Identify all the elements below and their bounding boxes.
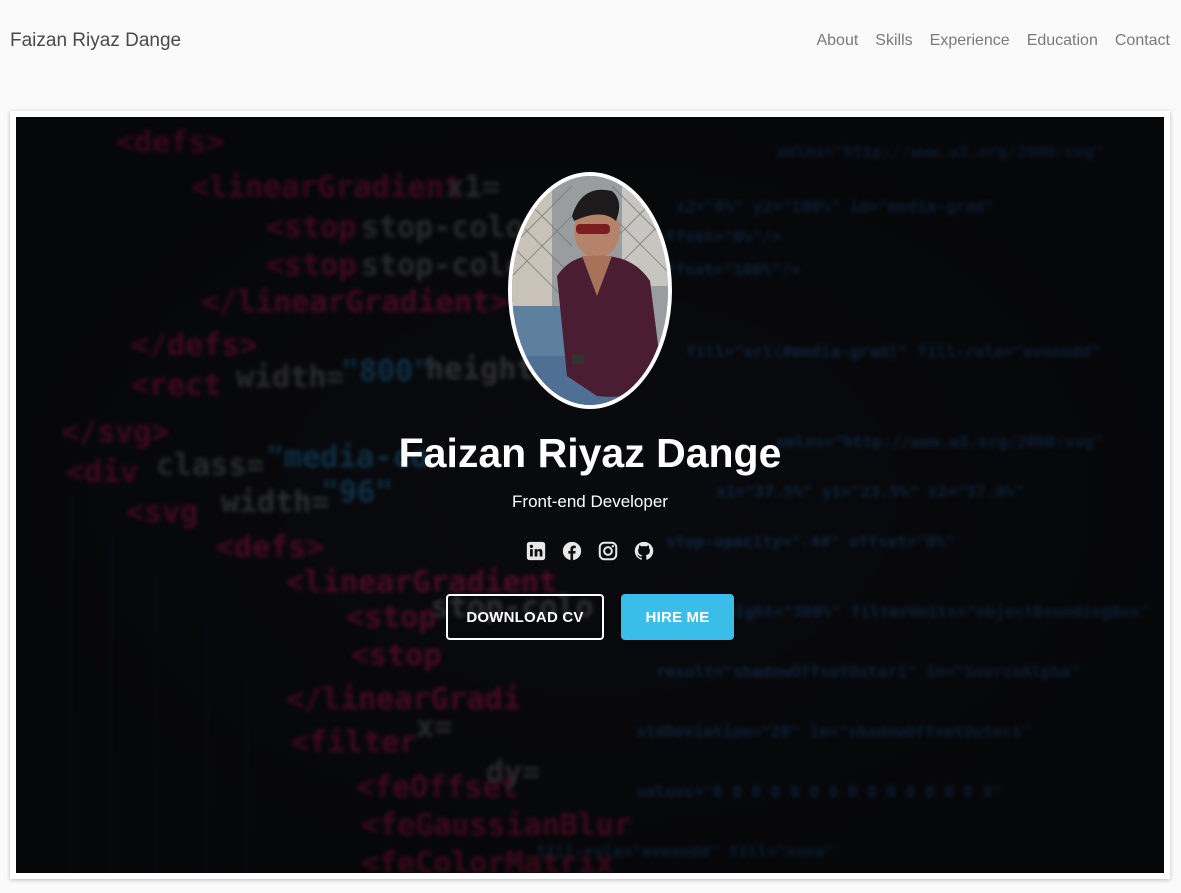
hire-me-button[interactable]: HIRE ME (621, 594, 734, 640)
hero-card: <defs> <linearGradient x1= <stop stop-co… (10, 111, 1170, 879)
instagram-icon[interactable] (597, 540, 619, 562)
brand-link[interactable]: Faizan Riyaz Dange (10, 30, 181, 52)
nav-links: About Skills Experience Education Contac… (816, 32, 1170, 50)
top-navbar: Faizan Riyaz Dange About Skills Experien… (0, 0, 1181, 82)
profile-photo-image (512, 176, 668, 405)
nav-link-experience[interactable]: Experience (930, 32, 1010, 50)
nav-link-contact[interactable]: Contact (1115, 32, 1170, 50)
nav-link-about[interactable]: About (816, 32, 858, 50)
profile-photo (508, 172, 672, 409)
facebook-icon[interactable] (561, 540, 583, 562)
github-icon[interactable] (633, 540, 655, 562)
hero-content: Faizan Riyaz Dange Front-end Developer D… (16, 117, 1164, 873)
hero-section: <defs> <linearGradient x1= <stop stop-co… (16, 117, 1164, 873)
social-links (16, 540, 1164, 562)
linkedin-icon[interactable] (525, 540, 547, 562)
nav-link-education[interactable]: Education (1027, 32, 1098, 50)
hero-name: Faizan Riyaz Dange (398, 430, 782, 476)
download-cv-button[interactable]: DOWNLOAD CV (446, 594, 604, 640)
hero-role: Front-end Developer (512, 492, 668, 511)
nav-link-skills[interactable]: Skills (875, 32, 912, 50)
